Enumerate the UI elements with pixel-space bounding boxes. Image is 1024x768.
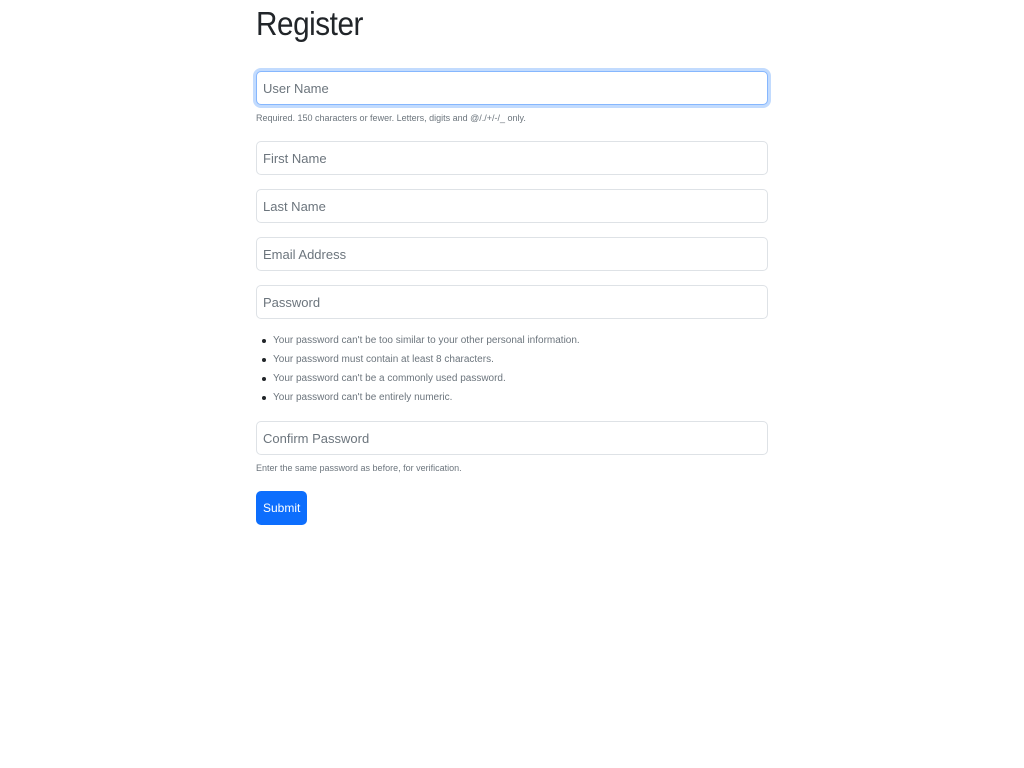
password-rule: Your password can't be entirely numeric. — [262, 392, 768, 404]
password-rule: Your password can't be too similar to yo… — [262, 335, 768, 347]
password-rule: Your password must contain at least 8 ch… — [262, 354, 768, 366]
username-help-text: Required. 150 characters or fewer. Lette… — [256, 113, 526, 123]
last-name-input[interactable] — [256, 189, 768, 223]
username-input[interactable] — [256, 71, 768, 105]
register-form: Required. 150 characters or fewer. Lette… — [256, 71, 768, 525]
password-rules-list: Your password can't be too similar to yo… — [256, 335, 768, 404]
register-container: Register Required. 150 characters or few… — [256, 0, 768, 525]
first-name-input[interactable] — [256, 141, 768, 175]
page-title: Register — [256, 5, 364, 42]
confirm-password-help-text: Enter the same password as before, for v… — [256, 463, 462, 473]
password-rule: Your password can't be a commonly used p… — [262, 373, 768, 385]
password-input[interactable] — [256, 285, 768, 319]
email-input[interactable] — [256, 237, 768, 271]
confirm-password-input[interactable] — [256, 421, 768, 455]
submit-button[interactable]: Submit — [256, 491, 308, 525]
